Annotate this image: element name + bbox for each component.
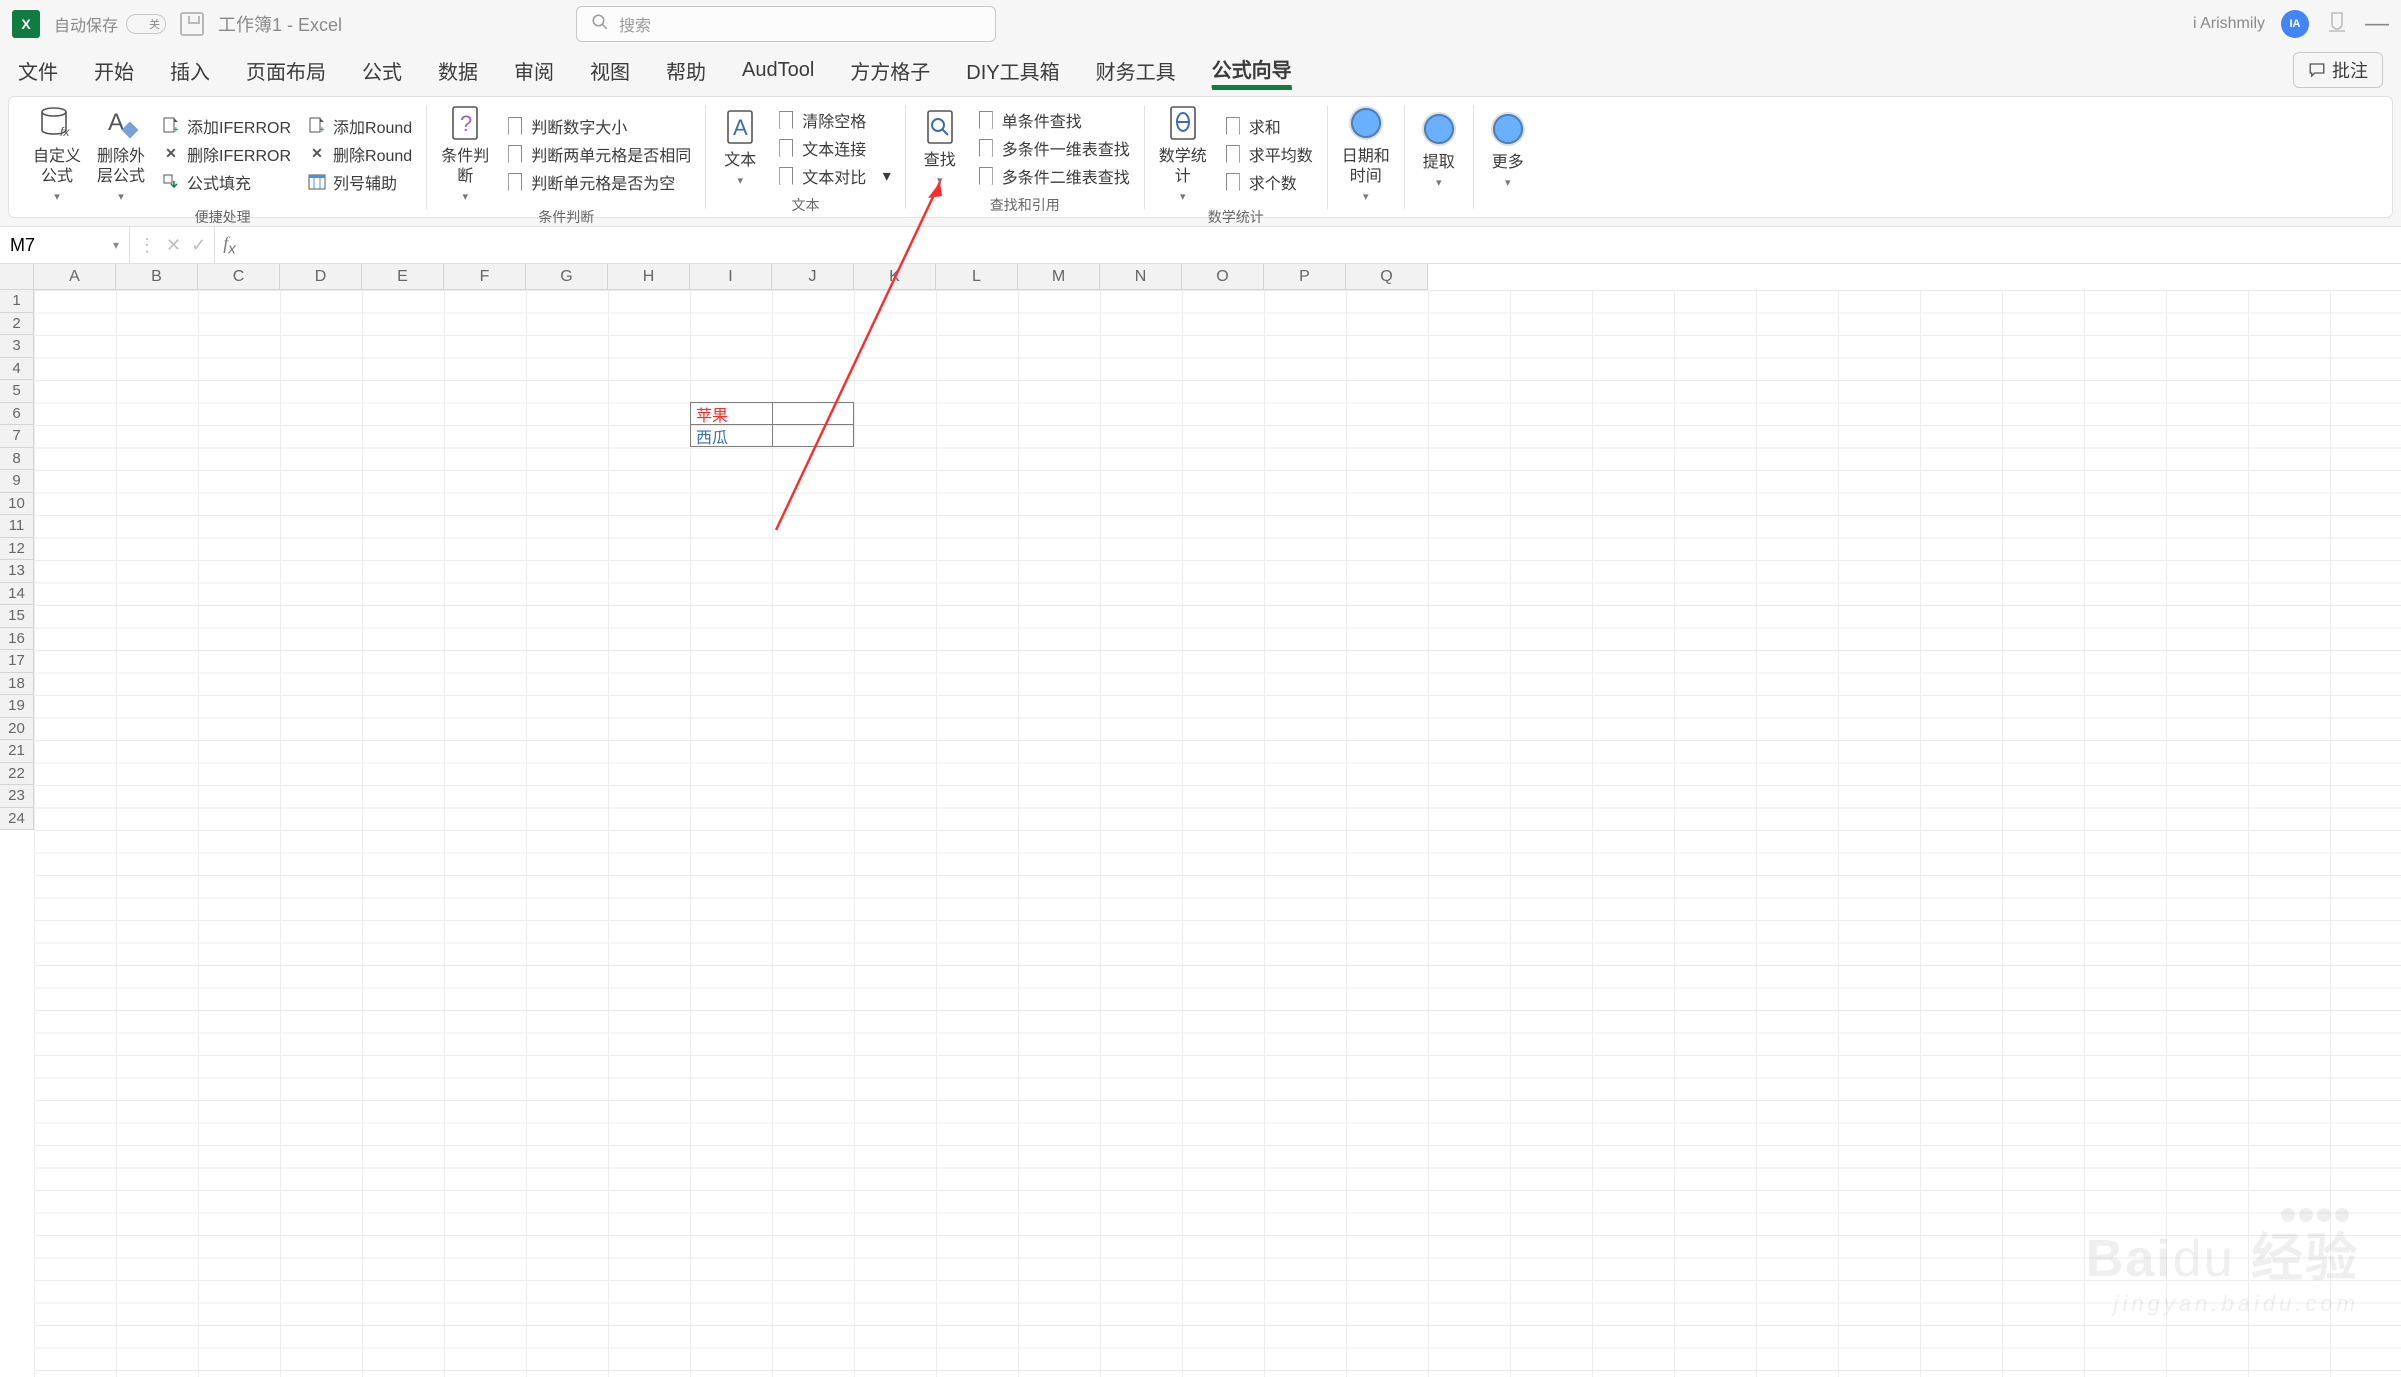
bookmark-icon <box>1223 144 1243 164</box>
tab-finance[interactable]: 财务工具 <box>1096 52 1176 89</box>
annotation-arrow <box>0 0 1000 700</box>
group-label-math: 数学统计 <box>1159 205 1313 227</box>
row-header[interactable]: 24 <box>0 808 34 831</box>
sum-button[interactable]: 求和 <box>1223 114 1313 138</box>
circle-blue-icon <box>1419 109 1459 149</box>
extract-button[interactable]: 提取▾ <box>1419 109 1459 191</box>
comments-button[interactable]: 批注 <box>2293 52 2383 88</box>
column-header[interactable]: O <box>1182 264 1264 290</box>
math-stats-button[interactable]: 数学统 计▾ <box>1159 103 1207 205</box>
user-avatar[interactable]: IA <box>2281 10 2309 38</box>
column-header[interactable]: N <box>1100 264 1182 290</box>
theta-doc-icon <box>1163 103 1203 143</box>
average-button[interactable]: 求平均数 <box>1223 142 1313 166</box>
tab-formula-wizard[interactable]: 公式向导 <box>1212 50 1292 90</box>
bookmark-icon <box>1223 116 1243 136</box>
row-header[interactable]: 23 <box>0 785 34 808</box>
column-header[interactable]: M <box>1018 264 1100 290</box>
bookmark-icon <box>1223 172 1243 192</box>
circle-blue-icon <box>1346 103 1386 143</box>
column-header[interactable]: Q <box>1346 264 1428 290</box>
minimize-button[interactable]: — <box>2365 10 2389 38</box>
count-button[interactable]: 求个数 <box>1223 170 1313 194</box>
more-button[interactable]: 更多▾ <box>1488 109 1528 191</box>
column-header[interactable]: P <box>1264 264 1346 290</box>
spreadsheet-grid[interactable]: ABCDEFGHIJKLMNOPQ 1234567891011121314151… <box>0 264 2401 1377</box>
row-header[interactable]: 20 <box>0 718 34 741</box>
row-header[interactable]: 21 <box>0 740 34 763</box>
circle-blue-icon <box>1488 109 1528 149</box>
row-header[interactable]: 22 <box>0 763 34 786</box>
user-name: i Arishmily <box>2193 15 2265 33</box>
mic-icon[interactable] <box>2325 10 2349 39</box>
date-time-button[interactable]: 日期和 时间▾ <box>1342 103 1390 205</box>
comments-label: 批注 <box>2332 57 2368 83</box>
